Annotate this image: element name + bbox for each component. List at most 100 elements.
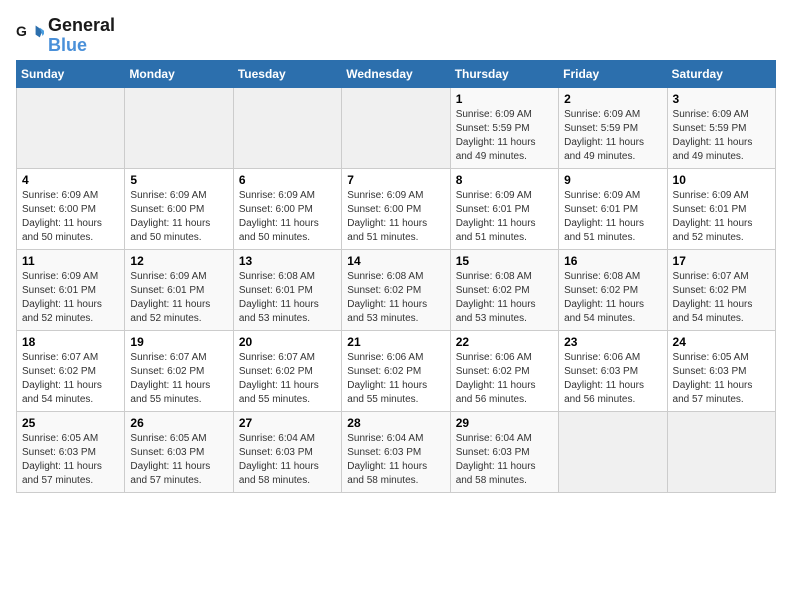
calendar-cell — [233, 87, 341, 168]
calendar-week-1: 1 Sunrise: 6:09 AM Sunset: 5:59 PM Daylig… — [17, 87, 776, 168]
day-number: 14 — [347, 254, 444, 268]
day-number: 2 — [564, 92, 661, 106]
day-number: 11 — [22, 254, 119, 268]
day-info: Sunrise: 6:09 AM Sunset: 6:00 PM Dayligh… — [22, 189, 119, 245]
day-number: 28 — [347, 416, 444, 430]
day-info: Sunrise: 6:06 AM Sunset: 6:03 PM Dayligh… — [564, 351, 661, 407]
day-info: Sunrise: 6:07 AM Sunset: 6:02 PM Dayligh… — [130, 351, 227, 407]
day-info: Sunrise: 6:09 AM Sunset: 5:59 PM Dayligh… — [456, 108, 553, 164]
header-thursday: Thursday — [450, 60, 558, 87]
calendar-cell: 9Sunrise: 6:09 AM Sunset: 6:01 PM Daylig… — [559, 168, 667, 249]
calendar-cell: 3 Sunrise: 6:09 AM Sunset: 5:59 PM Daylig… — [667, 87, 775, 168]
calendar-cell: 13 Sunrise: 6:08 AM Sunset: 6:01 PM Dayli… — [233, 249, 341, 330]
calendar-week-3: 11 Sunrise: 6:09 AM Sunset: 6:01 PM Dayli… — [17, 249, 776, 330]
day-number: 13 — [239, 254, 336, 268]
day-info: Sunrise: 6:09 AM Sunset: 6:00 PM Dayligh… — [130, 189, 227, 245]
day-number: 6 — [239, 173, 336, 187]
day-info: Sunrise: 6:09 AM Sunset: 6:00 PM Dayligh… — [347, 189, 444, 245]
calendar-cell: 24 Sunrise: 6:05 AM Sunset: 6:03 PM Dayli… — [667, 330, 775, 411]
day-info: Sunrise: 6:05 AM Sunset: 6:03 PM Dayligh… — [22, 432, 119, 488]
day-info: Sunrise: 6:08 AM Sunset: 6:02 PM Dayligh… — [564, 270, 661, 326]
day-number: 4 — [22, 173, 119, 187]
day-info: Sunrise: 6:09 AM Sunset: 5:59 PM Dayligh… — [673, 108, 770, 164]
header-wednesday: Wednesday — [342, 60, 450, 87]
day-number: 21 — [347, 335, 444, 349]
day-info: Sunrise: 6:06 AM Sunset: 6:02 PM Dayligh… — [347, 351, 444, 407]
logo-icon: G — [16, 22, 44, 50]
day-info: Sunrise: 6:09 AM Sunset: 6:00 PM Dayligh… — [239, 189, 336, 245]
day-number: 8 — [456, 173, 553, 187]
calendar-cell: 18 Sunrise: 6:07 AM Sunset: 6:02 PM Dayli… — [17, 330, 125, 411]
calendar-cell: 27 Sunrise: 6:04 AM Sunset: 6:03 PM Dayli… — [233, 411, 341, 492]
calendar-cell: 1 Sunrise: 6:09 AM Sunset: 5:59 PM Daylig… — [450, 87, 558, 168]
day-number: 25 — [22, 416, 119, 430]
calendar-cell: 8Sunrise: 6:09 AM Sunset: 6:01 PM Daylig… — [450, 168, 558, 249]
day-info: Sunrise: 6:09 AM Sunset: 6:01 PM Dayligh… — [130, 270, 227, 326]
day-info: Sunrise: 6:07 AM Sunset: 6:02 PM Dayligh… — [22, 351, 119, 407]
day-number: 24 — [673, 335, 770, 349]
day-number: 23 — [564, 335, 661, 349]
logo: G GeneralBlue — [16, 16, 115, 56]
day-info: Sunrise: 6:09 AM Sunset: 6:01 PM Dayligh… — [22, 270, 119, 326]
calendar-body: 1 Sunrise: 6:09 AM Sunset: 5:59 PM Daylig… — [17, 87, 776, 492]
calendar-week-2: 4 Sunrise: 6:09 AM Sunset: 6:00 PM Daylig… — [17, 168, 776, 249]
day-info: Sunrise: 6:09 AM Sunset: 5:59 PM Dayligh… — [564, 108, 661, 164]
day-number: 27 — [239, 416, 336, 430]
page-header: G GeneralBlue — [16, 16, 776, 56]
day-info: Sunrise: 6:05 AM Sunset: 6:03 PM Dayligh… — [130, 432, 227, 488]
day-number: 1 — [456, 92, 553, 106]
calendar-cell: 12 Sunrise: 6:09 AM Sunset: 6:01 PM Dayli… — [125, 249, 233, 330]
calendar-cell: 17Sunrise: 6:07 AM Sunset: 6:02 PM Dayli… — [667, 249, 775, 330]
calendar-cell — [559, 411, 667, 492]
day-info: Sunrise: 6:08 AM Sunset: 6:01 PM Dayligh… — [239, 270, 336, 326]
calendar-week-5: 25 Sunrise: 6:05 AM Sunset: 6:03 PM Dayli… — [17, 411, 776, 492]
calendar-cell — [17, 87, 125, 168]
calendar-cell: 7 Sunrise: 6:09 AM Sunset: 6:00 PM Daylig… — [342, 168, 450, 249]
calendar-cell: 6 Sunrise: 6:09 AM Sunset: 6:00 PM Daylig… — [233, 168, 341, 249]
day-number: 3 — [673, 92, 770, 106]
day-info: Sunrise: 6:05 AM Sunset: 6:03 PM Dayligh… — [673, 351, 770, 407]
day-info: Sunrise: 6:04 AM Sunset: 6:03 PM Dayligh… — [239, 432, 336, 488]
calendar-cell — [667, 411, 775, 492]
day-number: 10 — [673, 173, 770, 187]
header-tuesday: Tuesday — [233, 60, 341, 87]
header-monday: Monday — [125, 60, 233, 87]
day-info: Sunrise: 6:08 AM Sunset: 6:02 PM Dayligh… — [456, 270, 553, 326]
calendar-cell: 22 Sunrise: 6:06 AM Sunset: 6:02 PM Dayli… — [450, 330, 558, 411]
calendar-week-4: 18 Sunrise: 6:07 AM Sunset: 6:02 PM Dayli… — [17, 330, 776, 411]
header-friday: Friday — [559, 60, 667, 87]
calendar-cell: 10 Sunrise: 6:09 AM Sunset: 6:01 PM Dayli… — [667, 168, 775, 249]
logo-text: GeneralBlue — [48, 16, 115, 56]
calendar-cell: 20 Sunrise: 6:07 AM Sunset: 6:02 PM Dayli… — [233, 330, 341, 411]
day-info: Sunrise: 6:07 AM Sunset: 6:02 PM Dayligh… — [239, 351, 336, 407]
calendar-cell: 28Sunrise: 6:04 AM Sunset: 6:03 PM Dayli… — [342, 411, 450, 492]
day-number: 29 — [456, 416, 553, 430]
day-number: 9 — [564, 173, 661, 187]
calendar-cell — [125, 87, 233, 168]
calendar-cell: 14 Sunrise: 6:08 AM Sunset: 6:02 PM Dayli… — [342, 249, 450, 330]
day-info: Sunrise: 6:09 AM Sunset: 6:01 PM Dayligh… — [673, 189, 770, 245]
calendar-cell: 4 Sunrise: 6:09 AM Sunset: 6:00 PM Daylig… — [17, 168, 125, 249]
day-number: 20 — [239, 335, 336, 349]
calendar-table: SundayMondayTuesdayWednesdayThursdayFrid… — [16, 60, 776, 493]
day-number: 12 — [130, 254, 227, 268]
calendar-cell: 15Sunrise: 6:08 AM Sunset: 6:02 PM Dayli… — [450, 249, 558, 330]
day-number: 5 — [130, 173, 227, 187]
calendar-cell: 19 Sunrise: 6:07 AM Sunset: 6:02 PM Dayli… — [125, 330, 233, 411]
day-number: 7 — [347, 173, 444, 187]
calendar-cell: 21 Sunrise: 6:06 AM Sunset: 6:02 PM Dayli… — [342, 330, 450, 411]
calendar-cell: 16Sunrise: 6:08 AM Sunset: 6:02 PM Dayli… — [559, 249, 667, 330]
header-sunday: Sunday — [17, 60, 125, 87]
day-number: 22 — [456, 335, 553, 349]
calendar-cell: 11 Sunrise: 6:09 AM Sunset: 6:01 PM Dayli… — [17, 249, 125, 330]
day-info: Sunrise: 6:04 AM Sunset: 6:03 PM Dayligh… — [456, 432, 553, 488]
day-info: Sunrise: 6:06 AM Sunset: 6:02 PM Dayligh… — [456, 351, 553, 407]
day-info: Sunrise: 6:08 AM Sunset: 6:02 PM Dayligh… — [347, 270, 444, 326]
day-number: 19 — [130, 335, 227, 349]
calendar-cell: 25 Sunrise: 6:05 AM Sunset: 6:03 PM Dayli… — [17, 411, 125, 492]
day-number: 17 — [673, 254, 770, 268]
calendar-header: SundayMondayTuesdayWednesdayThursdayFrid… — [17, 60, 776, 87]
calendar-cell — [342, 87, 450, 168]
day-number: 18 — [22, 335, 119, 349]
svg-text:G: G — [16, 23, 27, 39]
